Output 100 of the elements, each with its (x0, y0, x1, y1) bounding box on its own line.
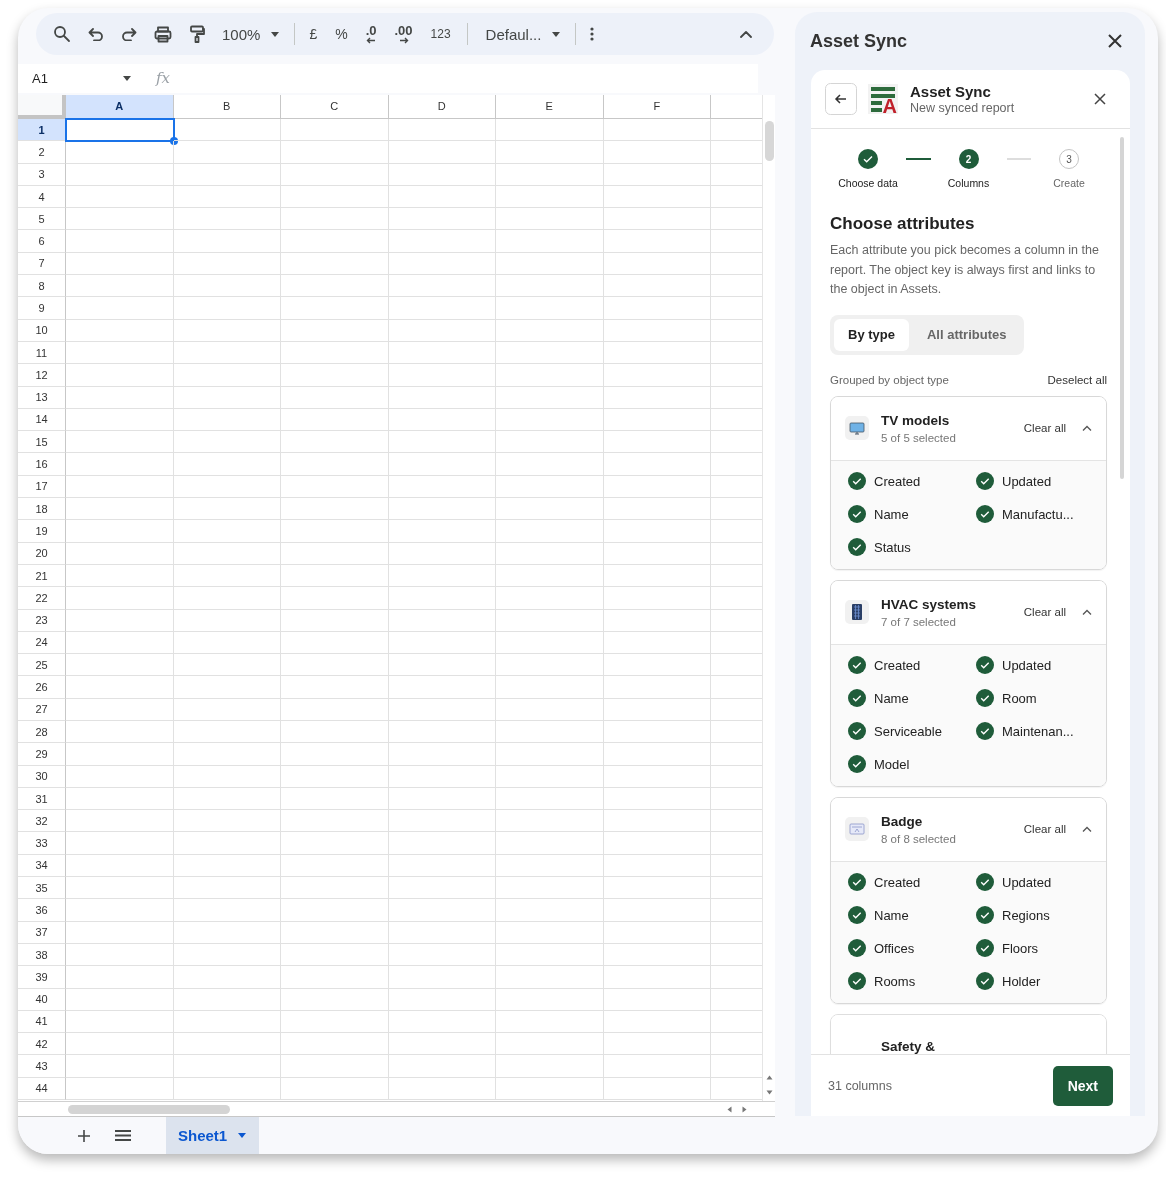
spreadsheet-cell[interactable] (388, 654, 496, 677)
scrollbar-thumb[interactable] (764, 120, 774, 161)
decrease-decimal-button[interactable]: .0 (365, 24, 377, 44)
row-header[interactable]: 2 (18, 141, 66, 164)
spreadsheet-cell[interactable] (66, 230, 174, 253)
spreadsheet-cell[interactable] (173, 832, 281, 855)
checkbox-checked-icon[interactable] (976, 656, 994, 674)
spreadsheet-cell[interactable] (388, 810, 496, 833)
spreadsheet-cell[interactable] (66, 185, 174, 209)
spreadsheet-cell[interactable] (388, 141, 496, 164)
spreadsheet-cell[interactable] (388, 364, 496, 387)
spreadsheet-cell[interactable] (388, 408, 496, 432)
spreadsheet-cell[interactable] (496, 520, 604, 543)
spreadsheet-cell[interactable] (496, 1077, 604, 1101)
spreadsheet-cell[interactable] (388, 676, 496, 699)
spreadsheet-cell[interactable] (496, 542, 604, 565)
spreadsheet-cell[interactable] (388, 341, 496, 365)
chevron-up-icon[interactable] (1082, 425, 1092, 431)
clear-all-link[interactable]: Clear all (1023, 606, 1066, 618)
spreadsheet-cell[interactable] (496, 1033, 604, 1056)
spreadsheet-cell[interactable] (388, 631, 496, 655)
spreadsheet-cell[interactable] (603, 475, 711, 498)
chevron-up-icon[interactable] (740, 30, 752, 38)
row-header[interactable]: 23 (18, 609, 66, 632)
spreadsheet-cell[interactable] (66, 921, 174, 944)
spreadsheet-cell[interactable] (603, 163, 711, 186)
spreadsheet-cell[interactable] (173, 698, 281, 721)
spreadsheet-cell[interactable] (66, 252, 174, 276)
row-header[interactable]: 5 (18, 208, 66, 231)
spreadsheet-cell[interactable] (281, 1033, 389, 1056)
spreadsheet-cell[interactable] (281, 141, 389, 164)
spreadsheet-cell[interactable] (66, 431, 174, 454)
number-format-button[interactable]: 123 (430, 27, 451, 41)
spreadsheet-cell[interactable] (496, 832, 604, 855)
row-header[interactable]: 20 (18, 542, 66, 565)
spreadsheet-cell[interactable] (496, 899, 604, 922)
row-header[interactable]: 34 (18, 854, 66, 878)
spreadsheet-cell[interactable] (173, 520, 281, 543)
spreadsheet-cell[interactable] (66, 587, 174, 610)
spreadsheet-cell[interactable] (173, 319, 281, 342)
row-header[interactable]: 13 (18, 386, 66, 409)
spreadsheet-cell[interactable] (603, 297, 711, 320)
spreadsheet-cell[interactable] (66, 386, 174, 409)
spreadsheet-cell[interactable] (496, 431, 604, 454)
spreadsheet-cell[interactable] (281, 1077, 389, 1101)
spreadsheet-cell[interactable] (173, 498, 281, 521)
spreadsheet-cell[interactable] (281, 208, 389, 231)
spreadsheet-cell[interactable] (603, 787, 711, 811)
spreadsheet-cell[interactable] (496, 208, 604, 231)
clear-all-link[interactable]: Clear all (1023, 823, 1066, 835)
spreadsheet-cell[interactable] (281, 185, 389, 209)
row-header[interactable]: 38 (18, 943, 66, 967)
checkbox-checked-icon[interactable] (976, 906, 994, 924)
attribute-checkbox[interactable]: Status (848, 530, 976, 564)
close-icon[interactable] (1094, 93, 1106, 105)
spreadsheet-cell[interactable] (281, 1055, 389, 1078)
spreadsheet-cell[interactable] (173, 118, 281, 142)
spreadsheet-cell[interactable] (281, 498, 389, 521)
spreadsheet-cell[interactable] (603, 698, 711, 721)
spreadsheet-cell[interactable] (281, 431, 389, 454)
spreadsheet-cell[interactable] (496, 631, 604, 655)
spreadsheet-cell[interactable] (281, 899, 389, 922)
spreadsheet-cell[interactable] (173, 854, 281, 878)
attribute-checkbox[interactable]: Model (848, 747, 976, 781)
spreadsheet-cell[interactable] (603, 208, 711, 231)
attribute-checkbox[interactable]: Created (848, 865, 976, 899)
spreadsheet-cell[interactable] (388, 943, 496, 967)
spreadsheet-cell[interactable] (66, 453, 174, 476)
spreadsheet-cell[interactable] (66, 943, 174, 967)
spreadsheet-cell[interactable] (496, 163, 604, 186)
spreadsheet-cell[interactable] (173, 275, 281, 298)
spreadsheet-cell[interactable] (66, 877, 174, 900)
spreadsheet-cell[interactable] (388, 854, 496, 878)
attribute-checkbox[interactable]: Created (848, 648, 976, 682)
attribute-checkbox[interactable]: Holder (976, 964, 1106, 998)
spreadsheet-cell[interactable] (66, 609, 174, 632)
column-header[interactable]: F (603, 94, 711, 119)
spreadsheet-cell[interactable] (603, 141, 711, 164)
spreadsheet-cell[interactable] (603, 676, 711, 699)
checkbox-checked-icon[interactable] (848, 472, 866, 490)
spreadsheet-cell[interactable] (281, 654, 389, 677)
spreadsheet-cell[interactable] (281, 743, 389, 766)
spreadsheet-cell[interactable] (496, 854, 604, 878)
undo-icon[interactable] (88, 27, 104, 41)
spreadsheet-cell[interactable] (388, 319, 496, 342)
spreadsheet-cell[interactable] (388, 877, 496, 900)
spreadsheet-cell[interactable] (603, 921, 711, 944)
row-header[interactable]: 24 (18, 631, 66, 655)
row-header[interactable]: 28 (18, 721, 66, 744)
spreadsheet-cell[interactable] (281, 341, 389, 365)
spreadsheet-cell[interactable] (281, 988, 389, 1011)
spreadsheet-cell[interactable] (66, 654, 174, 677)
attribute-checkbox[interactable]: Name (848, 681, 976, 715)
attribute-checkbox[interactable]: Name (848, 497, 976, 531)
spreadsheet-cell[interactable] (603, 1055, 711, 1078)
spreadsheet-cell[interactable] (388, 208, 496, 231)
row-header[interactable]: 12 (18, 364, 66, 387)
spreadsheet-cell[interactable] (281, 475, 389, 498)
spreadsheet-cell[interactable] (388, 587, 496, 610)
spreadsheet-cell[interactable] (173, 431, 281, 454)
